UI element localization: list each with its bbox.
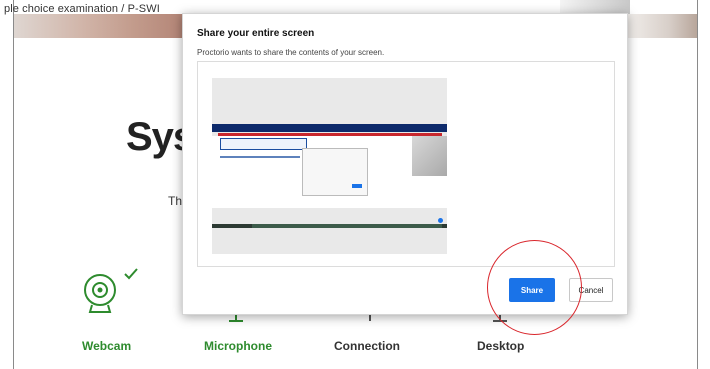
frame-left-edge — [13, 0, 14, 369]
page-intro-text: Th — [168, 194, 183, 208]
webcam-icon — [84, 274, 116, 313]
check-label-desktop: Desktop — [477, 339, 525, 353]
check-label-webcam: Webcam — [82, 339, 132, 353]
frame-right-edge — [697, 0, 698, 369]
thumbnail-highlight-bar — [218, 133, 442, 136]
annotation-circle — [487, 240, 582, 335]
screen-thumbnail[interactable] — [212, 78, 447, 254]
thumbnail-side-image — [412, 136, 447, 176]
checkmark-icon — [124, 268, 138, 280]
check-label-connection: Connection — [334, 339, 400, 353]
check-label-microphone: Microphone — [204, 339, 272, 353]
thumbnail-nested-button — [352, 184, 362, 188]
thumbnail-link-line — [220, 156, 300, 158]
thumbnail-taskbar-apps — [252, 224, 442, 228]
screen-preview-panel — [197, 61, 615, 267]
header-banner-image-left — [14, 14, 184, 38]
breadcrumb[interactable]: ple choice examination / P-SWI — [4, 3, 160, 15]
dialog-subtitle: Proctorio wants to share the contents of… — [197, 48, 385, 57]
thumbnail-nested-dialog — [302, 148, 368, 196]
dialog-title: Share your entire screen — [197, 28, 315, 39]
thumbnail-status-dot — [438, 218, 443, 223]
header-banner-image-right — [626, 14, 697, 38]
thumbnail-search-box — [220, 138, 307, 150]
thumbnail-header-bar — [212, 124, 447, 132]
